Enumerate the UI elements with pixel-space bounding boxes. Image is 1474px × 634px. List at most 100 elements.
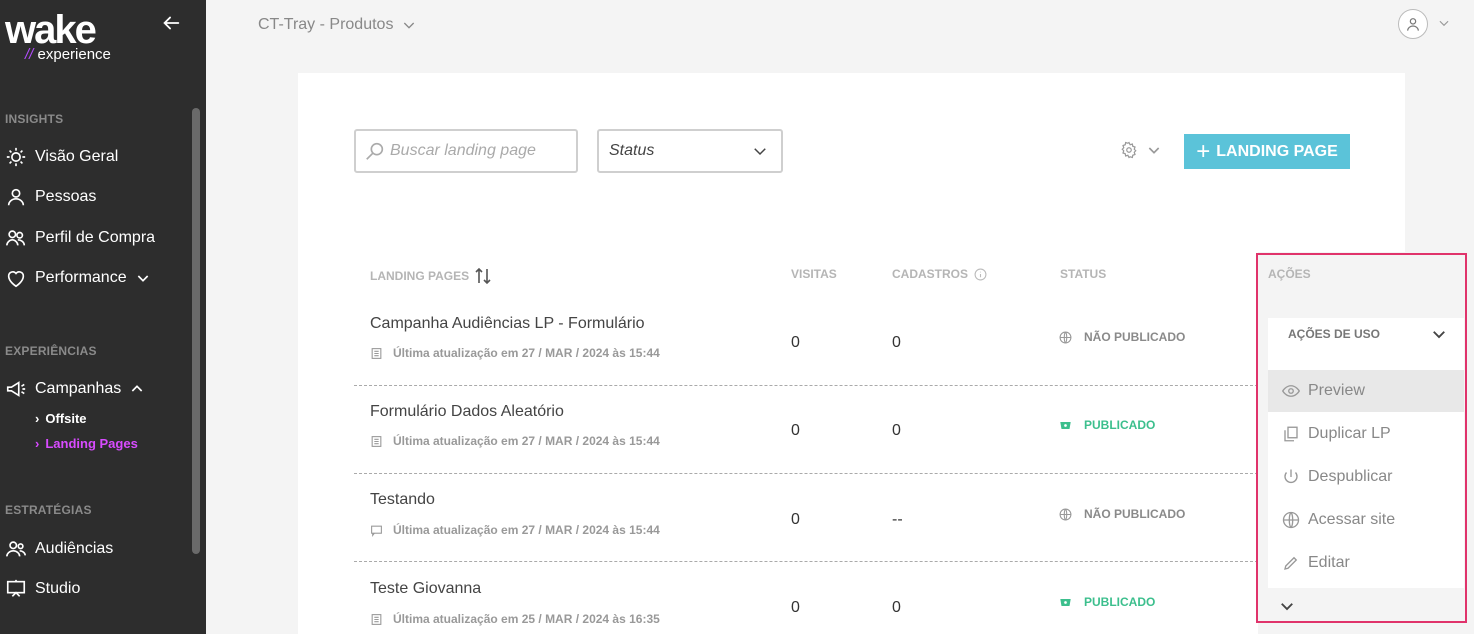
- sidebar-item-label: Visão Geral: [35, 148, 119, 165]
- column-header-label: LANDING PAGES: [370, 269, 470, 283]
- chevron-down-icon: [404, 22, 415, 29]
- sidebar-item-pessoas[interactable]: Pessoas: [5, 184, 96, 210]
- visits-value: 0: [791, 422, 800, 439]
- user-menu-chevron-icon[interactable]: [1437, 16, 1451, 30]
- status-text: PUBLICADO: [1084, 595, 1156, 609]
- signups-value: 0: [892, 422, 901, 439]
- sidebar-item-visao-geral[interactable]: Visão Geral: [5, 144, 118, 170]
- landing-page-name[interactable]: Teste Giovanna: [370, 580, 481, 598]
- status-text: NÃO PUBLICADO: [1084, 330, 1186, 344]
- person-icon: [7, 188, 25, 206]
- last-updated-text: Última atualização em 27 / MAR / 2024 às…: [393, 523, 660, 537]
- sidebar-item-label: Studio: [35, 580, 81, 597]
- search-field[interactable]: [354, 129, 578, 173]
- workspace-selector[interactable]: CT-Tray - Produtos: [258, 16, 417, 34]
- sidebar: wake // experience INSIGHTS Visão Geral …: [0, 0, 206, 634]
- column-header-cadastros: CADASTROS: [892, 267, 987, 281]
- section-label-experiencias: EXPERIÊNCIAS: [5, 344, 97, 358]
- visits-value: 0: [791, 599, 800, 616]
- last-updated: Última atualização em 25 / MAR / 2024 às…: [370, 612, 660, 626]
- gear-icon: [1121, 141, 1137, 159]
- published-globe-icon: [1060, 598, 1071, 606]
- last-updated-text: Última atualização em 25 / MAR / 2024 às…: [393, 612, 660, 626]
- table-row: Teste Giovanna Última atualização em 25 …: [354, 562, 1258, 634]
- column-header-label: CADASTROS: [892, 267, 969, 281]
- status-filter-label: Status: [609, 142, 655, 159]
- add-landing-page-button[interactable]: + LANDING PAGE: [1184, 134, 1350, 169]
- sidebar-subitem-label: Offsite: [45, 411, 87, 426]
- sidebar-item-audiencias[interactable]: Audiências: [5, 536, 113, 562]
- status-text: NÃO PUBLICADO: [1084, 507, 1186, 521]
- sidebar-scrollbar[interactable]: [192, 108, 200, 554]
- status-badge: PUBLICADO: [1059, 418, 1155, 432]
- logo-sub-text: experience: [37, 46, 111, 63]
- wake-logo[interactable]: wake // experience: [5, 10, 111, 63]
- status-filter-select[interactable]: Status: [597, 129, 783, 173]
- sidebar-item-label: Audiências: [35, 540, 114, 557]
- actions-highlight-frame: [1256, 253, 1467, 623]
- table-row: Testando Última atualização em 27 / MAR …: [354, 474, 1258, 562]
- status-badge: NÃO PUBLICADO: [1059, 330, 1185, 344]
- document-icon: [371, 347, 382, 359]
- search-input[interactable]: [390, 142, 570, 160]
- workspace-name: CT-Tray - Produtos: [258, 16, 394, 33]
- table-row: Campanha Audiências LP - Formulário Últi…: [354, 298, 1258, 386]
- last-updated-text: Última atualização em 27 / MAR / 2024 às…: [393, 434, 660, 448]
- easel-icon: [6, 579, 26, 597]
- logo-text: wake: [5, 8, 97, 52]
- lightbulb-icon: [6, 147, 26, 167]
- chevron-right-icon: ›: [35, 411, 40, 426]
- chevron-down-icon: [1148, 147, 1160, 154]
- document-icon: [371, 435, 382, 447]
- people-icon: [6, 230, 26, 246]
- visits-value: 0: [791, 511, 800, 528]
- status-badge: NÃO PUBLICADO: [1059, 507, 1185, 521]
- document-icon: [371, 613, 382, 625]
- sidebar-subitem-offsite[interactable]: › Offsite: [35, 411, 87, 426]
- info-icon[interactable]: [974, 268, 987, 281]
- sidebar-subitem-label: Landing Pages: [45, 436, 138, 451]
- chevron-down-icon: [754, 148, 766, 156]
- chevron-down-icon: [137, 275, 148, 282]
- last-updated: Última atualização em 27 / MAR / 2024 às…: [370, 523, 660, 537]
- landing-page-name[interactable]: Campanha Audiências LP - Formulário: [370, 315, 645, 333]
- landing-page-name[interactable]: Formulário Dados Aleatório: [370, 403, 564, 421]
- column-header-status: STATUS: [1060, 267, 1107, 281]
- sidebar-item-perfil-de-compra[interactable]: Perfil de Compra: [5, 225, 155, 251]
- user-avatar[interactable]: [1398, 9, 1428, 39]
- sidebar-item-studio[interactable]: Studio: [5, 576, 80, 602]
- sidebar-item-label: Perfil de Compra: [35, 229, 156, 246]
- sidebar-item-performance[interactable]: Performance: [5, 265, 151, 291]
- landing-page-name[interactable]: Testando: [370, 491, 435, 509]
- sidebar-subitem-landing-pages[interactable]: › Landing Pages: [35, 436, 138, 451]
- plus-icon: +: [1196, 137, 1211, 165]
- last-updated: Última atualização em 27 / MAR / 2024 às…: [370, 434, 660, 448]
- sidebar-item-campanhas[interactable]: Campanhas: [5, 376, 145, 402]
- megaphone-icon: [6, 381, 26, 397]
- logo-slashes: //: [25, 46, 34, 63]
- audience-icon: [6, 541, 26, 557]
- search-icon: [366, 142, 384, 160]
- user-icon: [1407, 18, 1419, 31]
- sort-icon[interactable]: [475, 267, 491, 285]
- chevron-right-icon: ›: [35, 436, 40, 451]
- visits-value: 0: [791, 334, 800, 351]
- signups-value: 0: [892, 599, 901, 616]
- last-updated: Última atualização em 27 / MAR / 2024 às…: [370, 346, 660, 360]
- logo-subtitle: // experience: [25, 46, 111, 63]
- settings-dropdown-button[interactable]: [1120, 141, 1162, 159]
- column-header-landing-pages[interactable]: LANDING PAGES: [370, 267, 491, 285]
- section-label-estrategias: ESTRATÉGIAS: [5, 503, 92, 517]
- signups-value: 0: [892, 334, 901, 351]
- chat-icon: [371, 525, 382, 537]
- status-badge: PUBLICADO: [1059, 595, 1155, 609]
- globe-icon: [1059, 508, 1072, 520]
- sidebar-item-label: Performance: [35, 269, 127, 286]
- collapse-sidebar-arrow-icon[interactable]: [160, 12, 184, 36]
- sidebar-item-label: Campanhas: [35, 380, 122, 397]
- add-button-label: LANDING PAGE: [1216, 142, 1338, 160]
- heart-icon: [7, 271, 25, 288]
- table-row: Formulário Dados Aleatório Última atuali…: [354, 386, 1258, 474]
- globe-icon: [1059, 331, 1072, 343]
- status-text: PUBLICADO: [1084, 418, 1156, 432]
